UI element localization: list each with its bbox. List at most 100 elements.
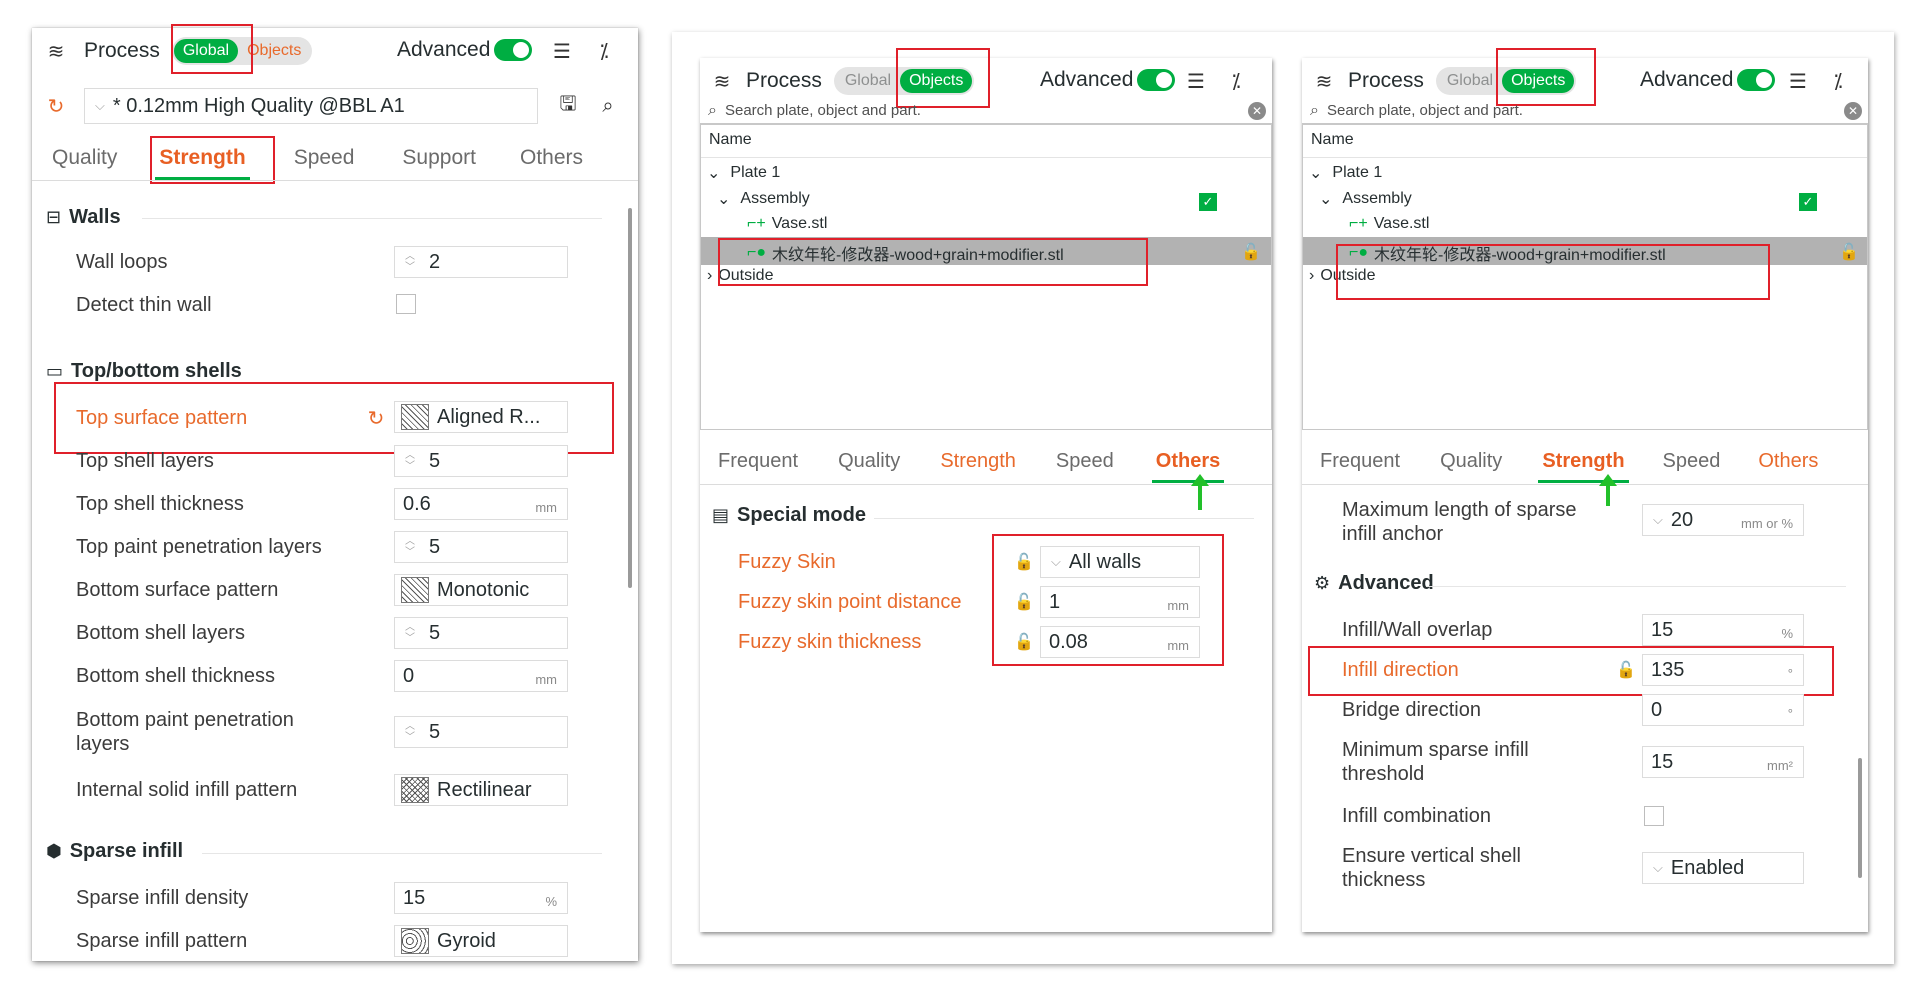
bottom-shell-layers-input[interactable]: ︿ ﹀ 5: [394, 617, 568, 649]
lock-icon[interactable]: 🔓: [1241, 242, 1261, 262]
search-icon[interactable]: ⌕: [596, 94, 620, 118]
seg-global[interactable]: Global: [836, 69, 900, 93]
min-sparse-threshold-input[interactable]: 15 mm²: [1642, 746, 1804, 778]
infill-direction-input[interactable]: 135 °: [1642, 654, 1804, 686]
tab-frequent[interactable]: Frequent: [718, 450, 798, 473]
walls-section: ⊟ Walls: [46, 206, 121, 228]
fuzzy-skin-select[interactable]: ⌵ All walls: [1040, 546, 1200, 578]
list-icon[interactable]: ☰: [1786, 69, 1810, 93]
clear-icon[interactable]: ✕: [1844, 102, 1862, 120]
list-icon[interactable]: ☰: [550, 39, 574, 63]
sparse-density-input[interactable]: 15%: [394, 882, 568, 914]
preset-select[interactable]: ⌵ * 0.12mm High Quality @BBL A1: [84, 88, 538, 124]
search-bar[interactable]: ⌕ Search plate, object and part. ✕: [1302, 98, 1868, 124]
advanced-toggle-group[interactable]: Advanced: [397, 38, 533, 62]
advanced-toggle[interactable]: [494, 39, 533, 61]
advanced-toggle-group[interactable]: Advanced: [1040, 68, 1176, 92]
tree-row-modifier[interactable]: ⌐● 木纹年轮-修改器-wood+grain+modifier.stl: [1349, 241, 1666, 265]
bottom-paint-penetration-input[interactable]: ︿ ﹀ 5: [394, 716, 568, 748]
detect-thin-wall-checkbox[interactable]: [396, 294, 416, 314]
top-paint-penetration-input[interactable]: ︿ ﹀ 5: [394, 531, 568, 563]
tab-quality[interactable]: Quality: [1440, 450, 1502, 473]
seg-objects[interactable]: Objects: [238, 39, 310, 63]
advanced-toggle[interactable]: [1137, 69, 1176, 91]
global-objects-switch[interactable]: Global Objects: [171, 37, 313, 65]
bridge-direction-input[interactable]: 0 °: [1642, 694, 1804, 726]
global-objects-switch[interactable]: Global Objects: [1435, 67, 1577, 95]
advanced-toggle[interactable]: [1737, 69, 1776, 91]
tree-row-modifier[interactable]: ⌐● 木纹年轮-修改器-wood+grain+modifier.stl: [747, 241, 1064, 265]
tree-row-vase[interactable]: ⌐+ Vase.stl: [1349, 215, 1429, 233]
tree-row-assembly[interactable]: ⌄ Assembly: [717, 189, 810, 209]
compare-icon[interactable]: ⁒: [592, 39, 616, 63]
compare-icon[interactable]: ⁒: [1826, 69, 1850, 93]
seg-objects[interactable]: Objects: [1502, 69, 1575, 93]
tab-speed[interactable]: Speed: [1663, 450, 1721, 473]
top-shell-thickness-input[interactable]: 0.6 mm: [394, 488, 568, 520]
compare-icon[interactable]: ⁒: [1224, 69, 1248, 93]
search-input[interactable]: Search plate, object and part.: [1327, 102, 1523, 119]
wall-loops-input[interactable]: ︿ ﹀ 2: [394, 246, 568, 278]
tree-row-outside[interactable]: › Outside: [707, 267, 773, 285]
internal-solid-infill-select[interactable]: Rectilinear: [394, 774, 568, 806]
tab-quality[interactable]: Quality: [52, 146, 117, 170]
global-objects-switch[interactable]: Global Objects: [833, 67, 975, 95]
seg-global[interactable]: Global: [173, 39, 239, 63]
seg-objects[interactable]: Objects: [900, 69, 973, 93]
tree-row-outside[interactable]: › Outside: [1309, 267, 1375, 285]
stepper-icon[interactable]: ︿ ﹀: [399, 247, 421, 277]
lock-icon[interactable]: 🔓: [1014, 552, 1034, 572]
infill-wall-overlap-input[interactable]: 15%: [1642, 614, 1804, 646]
bottom-shell-thickness-input[interactable]: 0 mm: [394, 660, 568, 692]
reset-icon[interactable]: ↻: [44, 94, 68, 118]
tree-row-plate[interactable]: ⌄ Plate 1: [707, 163, 780, 183]
tab-strength[interactable]: Strength: [155, 146, 251, 180]
tree-row-vase[interactable]: ⌐+ Vase.stl: [747, 215, 827, 233]
search-input[interactable]: Search plate, object and part.: [725, 102, 921, 119]
top-surface-pattern-select[interactable]: Aligned R...: [394, 401, 568, 433]
bottom-surface-pattern-select[interactable]: Monotonic: [394, 574, 568, 606]
ensure-vertical-shell-select[interactable]: ⌵ Enabled: [1642, 852, 1804, 884]
tab-others[interactable]: Others: [520, 146, 583, 170]
tab-others[interactable]: Others: [1758, 450, 1818, 473]
lock-icon[interactable]: 🔓: [1014, 592, 1034, 612]
tab-speed[interactable]: Speed: [1056, 450, 1114, 473]
clear-icon[interactable]: ✕: [1248, 102, 1266, 120]
seg-global[interactable]: Global: [1438, 69, 1502, 93]
save-icon[interactable]: 🖫: [556, 93, 580, 118]
scrollbar[interactable]: [628, 208, 632, 588]
scrollbar[interactable]: [1858, 758, 1862, 878]
infill-combination-checkbox[interactable]: [1644, 806, 1664, 826]
fuzzy-point-distance-input[interactable]: 1 mm: [1040, 586, 1200, 618]
lock-icon[interactable]: 🔓: [1014, 632, 1034, 652]
tab-strength[interactable]: Strength: [1538, 450, 1629, 483]
tab-strength[interactable]: Strength: [940, 450, 1016, 473]
stepper-icon[interactable]: ︿ ﹀: [399, 618, 421, 648]
max-anchor-input[interactable]: ⌵ 20 mm or %: [1642, 504, 1804, 536]
search-bar[interactable]: ⌕ Search plate, object and part. ✕: [700, 98, 1272, 124]
advanced-toggle-group[interactable]: Advanced: [1640, 68, 1776, 92]
bottom-shell-thickness-label: Bottom shell thickness: [76, 665, 275, 687]
list-icon[interactable]: ☰: [1184, 69, 1208, 93]
reset-icon[interactable]: ↻: [364, 406, 388, 430]
tree-row-assembly[interactable]: ⌄ Assembly: [1319, 189, 1412, 209]
top-shell-layers-input[interactable]: ︿ ﹀ 5: [394, 445, 568, 477]
bottom-surface-pattern-label: Bottom surface pattern: [76, 579, 279, 601]
sparse-pattern-select[interactable]: Gyroid: [394, 925, 568, 957]
tab-frequent[interactable]: Frequent: [1320, 450, 1400, 473]
stepper-icon[interactable]: ︿ ﹀: [399, 532, 421, 562]
tab-others[interactable]: Others: [1151, 450, 1225, 483]
advanced-divider: [1426, 586, 1846, 587]
lock-icon[interactable]: 🔓: [1839, 242, 1859, 262]
checkmark-icon[interactable]: ✓: [1799, 193, 1817, 211]
stepper-icon[interactable]: ︿ ﹀: [399, 446, 421, 476]
layers-icon: ≋: [1315, 70, 1333, 93]
tab-quality[interactable]: Quality: [838, 450, 900, 473]
tab-support[interactable]: Support: [402, 146, 476, 170]
checkmark-icon[interactable]: ✓: [1199, 193, 1217, 211]
tab-speed[interactable]: Speed: [294, 146, 355, 170]
tree-row-plate[interactable]: ⌄ Plate 1: [1309, 163, 1382, 183]
lock-icon[interactable]: 🔓: [1616, 660, 1636, 680]
fuzzy-thickness-input[interactable]: 0.08 mm: [1040, 626, 1200, 658]
stepper-icon[interactable]: ︿ ﹀: [399, 717, 421, 747]
